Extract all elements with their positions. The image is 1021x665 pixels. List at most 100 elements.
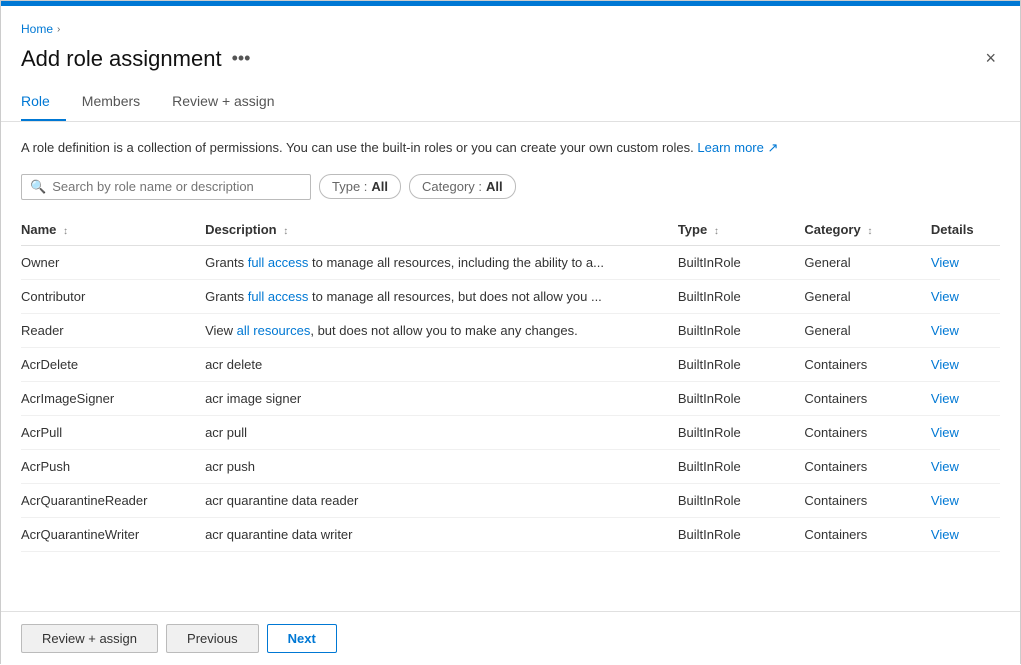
search-box[interactable]: 🔍 (21, 174, 311, 200)
roles-table-container: Name ↕ Description ↕ Type ↕ Category (21, 214, 1000, 552)
view-link[interactable]: View (931, 425, 959, 440)
cell-description: View all resources, but does not allow y… (205, 313, 678, 347)
view-link[interactable]: View (931, 289, 959, 304)
view-link[interactable]: View (931, 357, 959, 372)
cell-description: acr push (205, 449, 678, 483)
previous-button[interactable]: Previous (166, 624, 259, 653)
view-link[interactable]: View (931, 323, 959, 338)
cell-category: Containers (804, 483, 931, 517)
table-row[interactable]: OwnerGrants full access to manage all re… (21, 245, 1000, 279)
cell-type: BuiltInRole (678, 381, 805, 415)
cell-name: Owner (21, 245, 205, 279)
type-filter-button[interactable]: Type : All (319, 174, 401, 199)
cell-type: BuiltInRole (678, 245, 805, 279)
cell-details[interactable]: View (931, 415, 1000, 449)
cell-name: Contributor (21, 279, 205, 313)
table-row[interactable]: AcrPullacr pullBuiltInRoleContainersView (21, 415, 1000, 449)
external-link-icon: ↗ (767, 140, 778, 155)
search-input[interactable] (52, 179, 302, 194)
col-header-type[interactable]: Type ↕ (678, 214, 805, 246)
cell-category: Containers (804, 381, 931, 415)
description-text: A role definition is a collection of per… (21, 138, 1000, 158)
desc-link[interactable]: full access (248, 255, 309, 270)
cell-name: AcrQuarantineReader (21, 483, 205, 517)
more-options-icon[interactable]: ••• (232, 48, 251, 69)
cell-category: General (804, 245, 931, 279)
breadcrumb-home[interactable]: Home (21, 22, 53, 36)
table-row[interactable]: ContributorGrants full access to manage … (21, 279, 1000, 313)
cell-name: Reader (21, 313, 205, 347)
main-content: A role definition is a collection of per… (1, 122, 1020, 611)
cell-name: AcrPull (21, 415, 205, 449)
footer-bar: Review + assign Previous Next (1, 611, 1020, 665)
cell-description: acr image signer (205, 381, 678, 415)
search-icon: 🔍 (30, 179, 46, 195)
view-link[interactable]: View (931, 459, 959, 474)
cell-category: Containers (804, 347, 931, 381)
cell-name: AcrQuarantineWriter (21, 517, 205, 551)
cell-description: Grants full access to manage all resourc… (205, 279, 678, 313)
view-link[interactable]: View (931, 493, 959, 508)
cell-name: AcrDelete (21, 347, 205, 381)
breadcrumb: Home › (21, 22, 1000, 36)
cell-category: Containers (804, 449, 931, 483)
tab-bar: Role Members Review + assign (21, 85, 1000, 121)
close-button[interactable]: × (981, 44, 1000, 73)
cell-type: BuiltInRole (678, 483, 805, 517)
table-row[interactable]: AcrDeleteacr deleteBuiltInRoleContainers… (21, 347, 1000, 381)
table-row[interactable]: ReaderView all resources, but does not a… (21, 313, 1000, 347)
category-filter-value: All (486, 179, 503, 194)
cell-details[interactable]: View (931, 483, 1000, 517)
col-header-category[interactable]: Category ↕ (804, 214, 931, 246)
next-button[interactable]: Next (267, 624, 337, 653)
desc-link[interactable]: full access (248, 289, 309, 304)
breadcrumb-chevron: › (57, 24, 60, 35)
table-row[interactable]: AcrQuarantineReaderacr quarantine data r… (21, 483, 1000, 517)
table-row[interactable]: AcrImageSigneracr image signerBuiltInRol… (21, 381, 1000, 415)
cell-type: BuiltInRole (678, 415, 805, 449)
cell-name: AcrImageSigner (21, 381, 205, 415)
col-header-description[interactable]: Description ↕ (205, 214, 678, 246)
cell-description: Grants full access to manage all resourc… (205, 245, 678, 279)
desc-link[interactable]: all resources (237, 323, 311, 338)
view-link[interactable]: View (931, 527, 959, 542)
col-header-name[interactable]: Name ↕ (21, 214, 205, 246)
cell-type: BuiltInRole (678, 313, 805, 347)
cell-type: BuiltInRole (678, 517, 805, 551)
cell-details[interactable]: View (931, 279, 1000, 313)
cell-details[interactable]: View (931, 245, 1000, 279)
table-body: OwnerGrants full access to manage all re… (21, 245, 1000, 551)
cell-description: acr quarantine data reader (205, 483, 678, 517)
table-row[interactable]: AcrQuarantineWriteracr quarantine data w… (21, 517, 1000, 551)
tab-members[interactable]: Members (82, 85, 156, 121)
view-link[interactable]: View (931, 391, 959, 406)
cell-name: AcrPush (21, 449, 205, 483)
view-link[interactable]: View (931, 255, 959, 270)
review-assign-button[interactable]: Review + assign (21, 624, 158, 653)
sort-icon-name: ↕ (63, 226, 68, 237)
cell-details[interactable]: View (931, 517, 1000, 551)
cell-type: BuiltInRole (678, 347, 805, 381)
table-row[interactable]: AcrPushacr pushBuiltInRoleContainersView (21, 449, 1000, 483)
cell-description: acr quarantine data writer (205, 517, 678, 551)
cell-category: Containers (804, 517, 931, 551)
category-filter-label: Category : (422, 179, 482, 194)
col-header-details: Details (931, 214, 1000, 246)
sort-icon-category: ↕ (867, 226, 872, 237)
learn-more-link[interactable]: Learn more ↗ (697, 140, 778, 155)
cell-details[interactable]: View (931, 313, 1000, 347)
cell-description: acr pull (205, 415, 678, 449)
filter-row: 🔍 Type : All Category : All (21, 174, 1000, 200)
sort-icon-type: ↕ (714, 226, 719, 237)
cell-details[interactable]: View (931, 449, 1000, 483)
cell-category: General (804, 313, 931, 347)
cell-details[interactable]: View (931, 347, 1000, 381)
page-title: Add role assignment ••• (21, 46, 250, 72)
tab-role[interactable]: Role (21, 85, 66, 121)
tab-review-assign[interactable]: Review + assign (172, 85, 290, 121)
table-header-row: Name ↕ Description ↕ Type ↕ Category (21, 214, 1000, 246)
cell-type: BuiltInRole (678, 279, 805, 313)
cell-details[interactable]: View (931, 381, 1000, 415)
category-filter-button[interactable]: Category : All (409, 174, 516, 199)
roles-table: Name ↕ Description ↕ Type ↕ Category (21, 214, 1000, 552)
